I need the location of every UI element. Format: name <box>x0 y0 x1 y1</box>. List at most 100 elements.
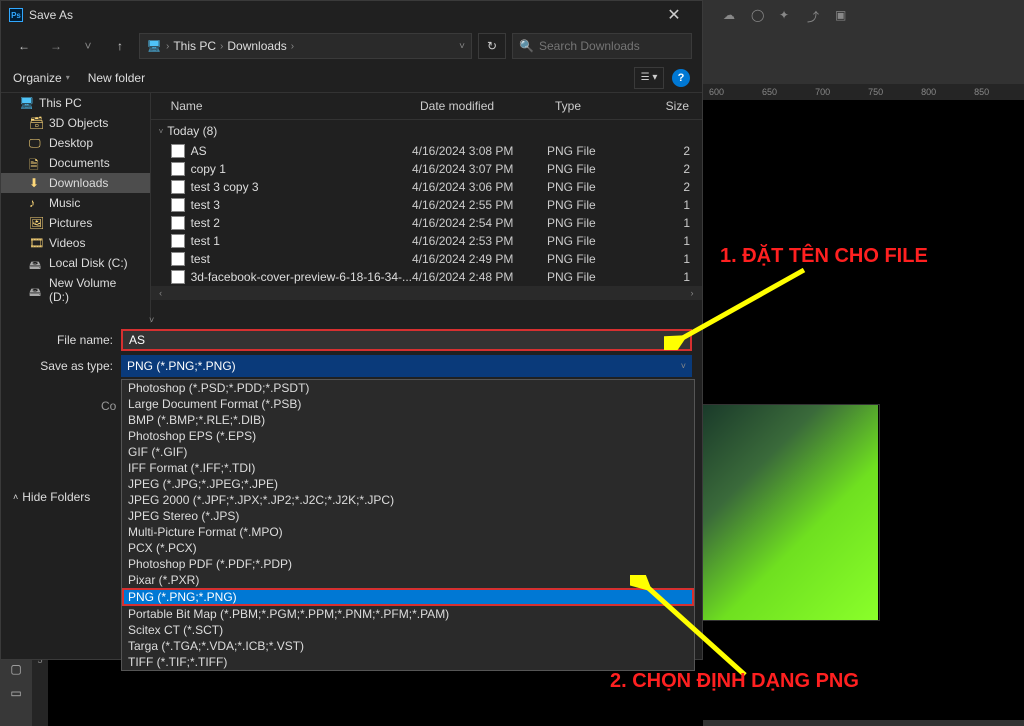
file-name: copy 1 <box>191 162 226 176</box>
search-field[interactable] <box>539 39 694 53</box>
file-date: 4/16/2024 2:48 PM <box>412 270 547 284</box>
sidebar-item-label: Desktop <box>49 136 93 150</box>
sidebar-item[interactable]: 🖵 Desktop <box>1 133 150 153</box>
sidebar-item[interactable]: 🖴Local Disk (C:) <box>1 253 150 273</box>
format-option[interactable]: Multi-Picture Format (*.MPO) <box>122 524 694 540</box>
new-folder-button[interactable]: New folder <box>88 71 145 85</box>
format-option[interactable]: JPEG Stereo (*.JPS) <box>122 508 694 524</box>
sidebar-item-label: Music <box>49 196 80 210</box>
format-option[interactable]: Photoshop PDF (*.PDF;*.PDP) <box>122 556 694 572</box>
quickmask-icon[interactable]: ▢ <box>5 658 27 680</box>
file-name: test 3 <box>191 198 220 212</box>
sidebar-item-label: Local Disk (C:) <box>49 256 128 270</box>
chevron-up-icon: ˄ <box>13 492 18 502</box>
close-button[interactable]: ✕ <box>654 5 694 25</box>
hide-folders-label: Hide Folders <box>22 490 90 504</box>
group-header[interactable]: ˅ Today (8) <box>151 120 702 142</box>
col-name[interactable]: Name <box>151 97 412 115</box>
sidebar-item[interactable]: ♪Music <box>1 193 150 213</box>
scroll-left-icon[interactable]: ‹ <box>155 288 167 298</box>
file-row[interactable]: 3d-facebook-cover-preview-6-18-16-34-...… <box>151 268 702 286</box>
col-type[interactable]: Type <box>547 97 652 115</box>
file-row[interactable]: test 24/16/2024 2:54 PMPNG File1 <box>151 214 702 232</box>
file-row[interactable]: test4/16/2024 2:49 PMPNG File1 <box>151 250 702 268</box>
format-option[interactable]: Photoshop EPS (*.EPS) <box>122 428 694 444</box>
control-icon: ✦ <box>779 8 795 22</box>
column-headers[interactable]: Name Date modified Type Size <box>151 93 702 120</box>
breadcrumb-segment[interactable]: Downloads <box>227 39 286 53</box>
file-size: 1 <box>652 234 702 248</box>
col-date[interactable]: Date modified <box>412 97 547 115</box>
help-button[interactable]: ? <box>672 69 690 87</box>
format-option[interactable]: Portable Bit Map (*.PBM;*.PGM;*.PPM;*.PN… <box>122 606 694 622</box>
format-option[interactable]: PNG (*.PNG;*.PNG) <box>122 588 694 606</box>
format-option[interactable]: BMP (*.BMP;*.RLE;*.DIB) <box>122 412 694 428</box>
sidebar-item-label: 3D Objects <box>49 116 108 130</box>
chevron-right-icon: › <box>291 41 294 52</box>
filename-input[interactable] <box>129 333 673 347</box>
navigation-bar: ← → ˅ ↑ 🖥 › This PC › Downloads › ˅ ↻ 🔍 <box>1 29 702 63</box>
back-button[interactable]: ← <box>11 33 37 59</box>
sidebar-item[interactable]: 🎞Videos <box>1 233 150 253</box>
format-option[interactable]: IFF Format (*.IFF;*.TDI) <box>122 460 694 476</box>
format-option[interactable]: Scitex CT (*.SCT) <box>122 622 694 638</box>
format-option[interactable]: GIF (*.GIF) <box>122 444 694 460</box>
search-input[interactable]: 🔍 <box>512 33 692 59</box>
sidebar-item[interactable]: 🗎Documents <box>1 153 150 173</box>
format-option[interactable]: Photoshop (*.PSD;*.PDD;*.PSDT) <box>122 380 694 396</box>
chevron-down-icon[interactable]: ˅ <box>459 41 465 52</box>
file-date: 4/16/2024 3:06 PM <box>412 180 547 194</box>
savetype-combobox[interactable]: PNG (*.PNG;*.PNG) ˅ <box>121 355 692 377</box>
file-date: 4/16/2024 2:54 PM <box>412 216 547 230</box>
group-label: Today (8) <box>167 124 217 138</box>
file-row[interactable]: test 34/16/2024 2:55 PMPNG File1 <box>151 196 702 214</box>
format-option[interactable]: JPEG 2000 (*.JPF;*.JPX;*.JP2;*.J2C;*.J2K… <box>122 492 694 508</box>
chevron-down-icon[interactable]: ˅ <box>679 335 684 345</box>
chevron-down-icon[interactable]: ˅ <box>681 361 686 371</box>
horizontal-scrollbar[interactable]: ‹ › <box>151 286 702 300</box>
file-row[interactable]: test 3 copy 34/16/2024 3:06 PMPNG File2 <box>151 178 702 196</box>
sidebar-item[interactable]: 🖥This PC <box>1 93 150 113</box>
recent-menu-caret[interactable]: ˅ <box>75 33 101 59</box>
breadcrumb[interactable]: 🖥 › This PC › Downloads › ˅ <box>139 33 472 59</box>
pictures-icon: 🖼 <box>29 216 43 230</box>
sidebar-item[interactable]: 🖴New Volume (D:) <box>1 273 150 307</box>
file-row[interactable]: copy 14/16/2024 3:07 PMPNG File2 <box>151 160 702 178</box>
truncated-label: Co <box>101 399 116 413</box>
savetype-value: PNG (*.PNG;*.PNG) <box>127 359 236 373</box>
caret-down-icon: ▾ <box>66 73 70 82</box>
sidebar-expand-caret[interactable]: ˅ <box>149 315 154 325</box>
hide-folders-button[interactable]: ˄ Hide Folders <box>13 490 90 504</box>
up-button[interactable]: ↑ <box>107 33 133 59</box>
file-icon <box>171 252 185 266</box>
sidebar-item[interactable]: ⬇Downloads <box>1 173 150 193</box>
scroll-right-icon[interactable]: › <box>686 288 698 298</box>
pc-icon: 🖥 <box>19 96 33 110</box>
format-option[interactable]: PCX (*.PCX) <box>122 540 694 556</box>
format-option[interactable]: Targa (*.TGA;*.VDA;*.ICB;*.VST) <box>122 638 694 654</box>
desktop-icon: 🖵 <box>29 136 43 150</box>
col-size[interactable]: Size <box>652 97 702 115</box>
format-option[interactable]: TIFF (*.TIF;*.TIFF) <box>122 654 694 670</box>
view-options-button[interactable]: ☰ ▾ <box>634 67 664 89</box>
filename-combobox[interactable]: ˅ <box>121 329 692 351</box>
screenmode-icon[interactable]: ▭ <box>5 682 27 704</box>
file-size: 1 <box>652 270 702 284</box>
organize-menu[interactable]: Organize ▾ <box>13 71 70 85</box>
file-row[interactable]: AS4/16/2024 3:08 PMPNG File2 <box>151 142 702 160</box>
share-icon: ⤴ <box>807 8 823 22</box>
pc-icon: 🖥 <box>146 38 162 54</box>
format-option[interactable]: Pixar (*.PXR) <box>122 572 694 588</box>
format-option[interactable]: JPEG (*.JPG;*.JPEG;*.JPE) <box>122 476 694 492</box>
file-row[interactable]: test 14/16/2024 2:53 PMPNG File1 <box>151 232 702 250</box>
forward-button[interactable]: → <box>43 33 69 59</box>
sidebar-item[interactable]: 🗃3D Objects <box>1 113 150 133</box>
breadcrumb-segment[interactable]: This PC <box>173 39 216 53</box>
format-option[interactable]: Large Document Format (*.PSB) <box>122 396 694 412</box>
file-type: PNG File <box>547 252 652 266</box>
format-dropdown-list[interactable]: Photoshop (*.PSD;*.PDD;*.PSDT)Large Docu… <box>121 379 695 671</box>
refresh-button[interactable]: ↻ <box>478 33 506 59</box>
file-date: 4/16/2024 2:55 PM <box>412 198 547 212</box>
file-size: 1 <box>652 216 702 230</box>
sidebar-item[interactable]: 🖼Pictures <box>1 213 150 233</box>
